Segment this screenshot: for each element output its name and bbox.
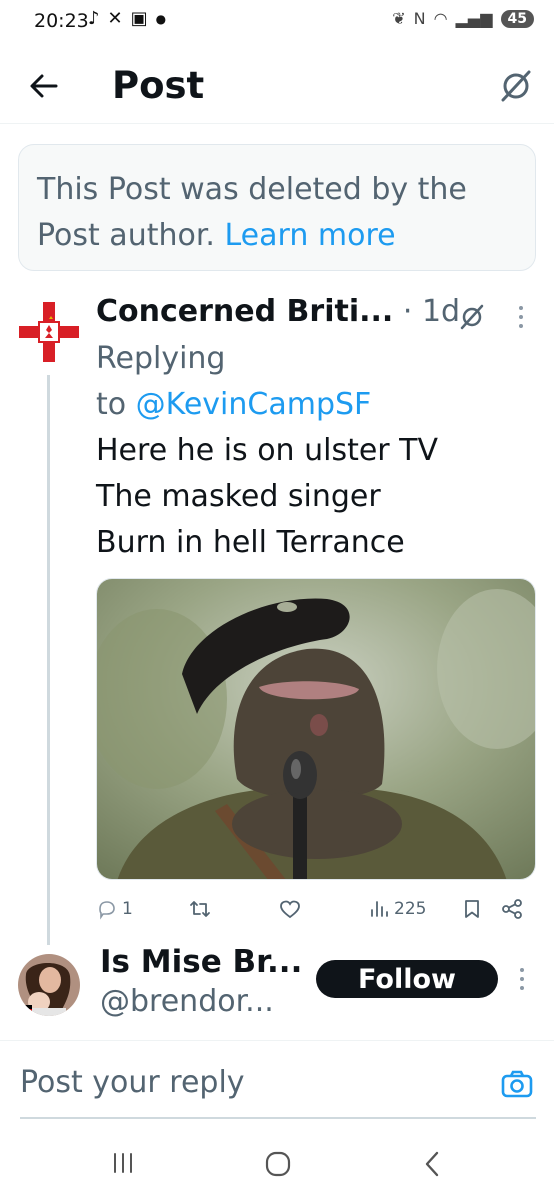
x-icon: ✕ <box>107 8 123 29</box>
status-icons-right: ❦ N ◠ ▂▄▆ 45 <box>392 9 534 28</box>
replying-to: Replying to @KevinCampSF <box>96 336 516 428</box>
home-icon[interactable] <box>264 1150 292 1178</box>
tweet-text-line: Burn in hell Terrance <box>96 525 405 560</box>
bookmark-button[interactable] <box>462 894 482 924</box>
views-chart-icon <box>371 901 388 917</box>
suggested-user-row: Is Mise Br... @brendor... Follow <box>0 940 554 1035</box>
grok-icon[interactable] <box>498 68 534 104</box>
nav-back-icon[interactable] <box>422 1150 442 1178</box>
views-count: 225 <box>394 899 427 919</box>
status-time: 20:23 <box>34 10 89 32</box>
share-icon <box>502 899 522 919</box>
dot-icon: ● <box>155 11 167 26</box>
more-options-icon[interactable] <box>510 302 532 332</box>
tweet-age: 1d <box>421 294 461 329</box>
avatar[interactable] <box>18 954 80 1016</box>
reply-count: 1 <box>122 899 133 919</box>
tweet-actions: 1 225 <box>96 894 536 924</box>
wifi-icon: ◠ <box>433 9 448 28</box>
user-display-name[interactable]: Is Mise Br... <box>100 944 302 980</box>
tweet-text: Here he is on ulster TV The masked singe… <box>96 428 516 566</box>
thread-line <box>47 375 50 945</box>
recent-apps-icon[interactable] <box>110 1150 136 1176</box>
user-avatar-photo <box>18 954 80 1016</box>
views-button[interactable]: 225 <box>368 894 426 924</box>
replying-prefix: Replying <box>96 341 226 376</box>
page-title: Post <box>112 64 205 107</box>
reply-input[interactable]: Post your reply <box>20 1065 245 1100</box>
like-button[interactable] <box>278 894 302 924</box>
user-handle[interactable]: @brendor... <box>100 984 274 1019</box>
avatar[interactable] <box>18 300 80 364</box>
learn-more-link[interactable]: Learn more <box>225 218 396 253</box>
reply-button[interactable]: 1 <box>96 894 133 924</box>
system-nav-bar <box>0 1130 554 1200</box>
camera-icon[interactable] <box>500 1069 534 1099</box>
tweet-image[interactable] <box>96 578 536 880</box>
follow-button[interactable]: Follow <box>316 960 498 998</box>
battery-indicator: 45 <box>500 9 534 28</box>
deleted-post-notice: This Post was deleted by the Post author… <box>18 144 536 271</box>
status-icons-left: ♪ ✕ ▣ ● <box>88 8 166 29</box>
back-arrow-icon[interactable] <box>26 68 62 104</box>
separator: · <box>402 294 413 329</box>
tweet-text-line: Here he is on ulster TV <box>96 433 439 468</box>
reply-composer: Post your reply <box>0 1040 554 1119</box>
share-button[interactable] <box>500 894 524 924</box>
heart-icon <box>280 900 300 919</box>
reply-icon <box>99 901 115 920</box>
author-name[interactable]: Concerned Briti... <box>96 294 393 329</box>
tiktok-icon: ♪ <box>88 8 100 29</box>
bookmark-icon <box>465 900 479 918</box>
notification-icon: ▣ <box>130 8 148 29</box>
leaf-icon: ❦ <box>392 9 406 28</box>
signal-icon: ▂▄▆ <box>455 9 493 28</box>
replying-to-word: to <box>96 387 136 422</box>
header: Post <box>0 50 554 124</box>
replying-handle-link[interactable]: @KevinCampSF <box>136 387 372 422</box>
masked-figure-photo <box>97 579 535 879</box>
deleted-post-text: This Post was deleted by the Post author… <box>37 167 517 259</box>
tweet-text-line: The masked singer <box>96 479 381 514</box>
replying-to-line: to @KevinCampSF <box>96 382 516 428</box>
status-bar: 20:23 ♪ ✕ ▣ ● ❦ N ◠ ▂▄▆ 45 <box>0 0 554 44</box>
reply-divider <box>20 1117 536 1119</box>
more-options-icon[interactable] <box>512 964 532 994</box>
nfc-icon: N <box>413 9 426 28</box>
grok-icon[interactable] <box>458 303 486 331</box>
repost-icon <box>190 901 210 917</box>
repost-button[interactable] <box>188 894 212 924</box>
